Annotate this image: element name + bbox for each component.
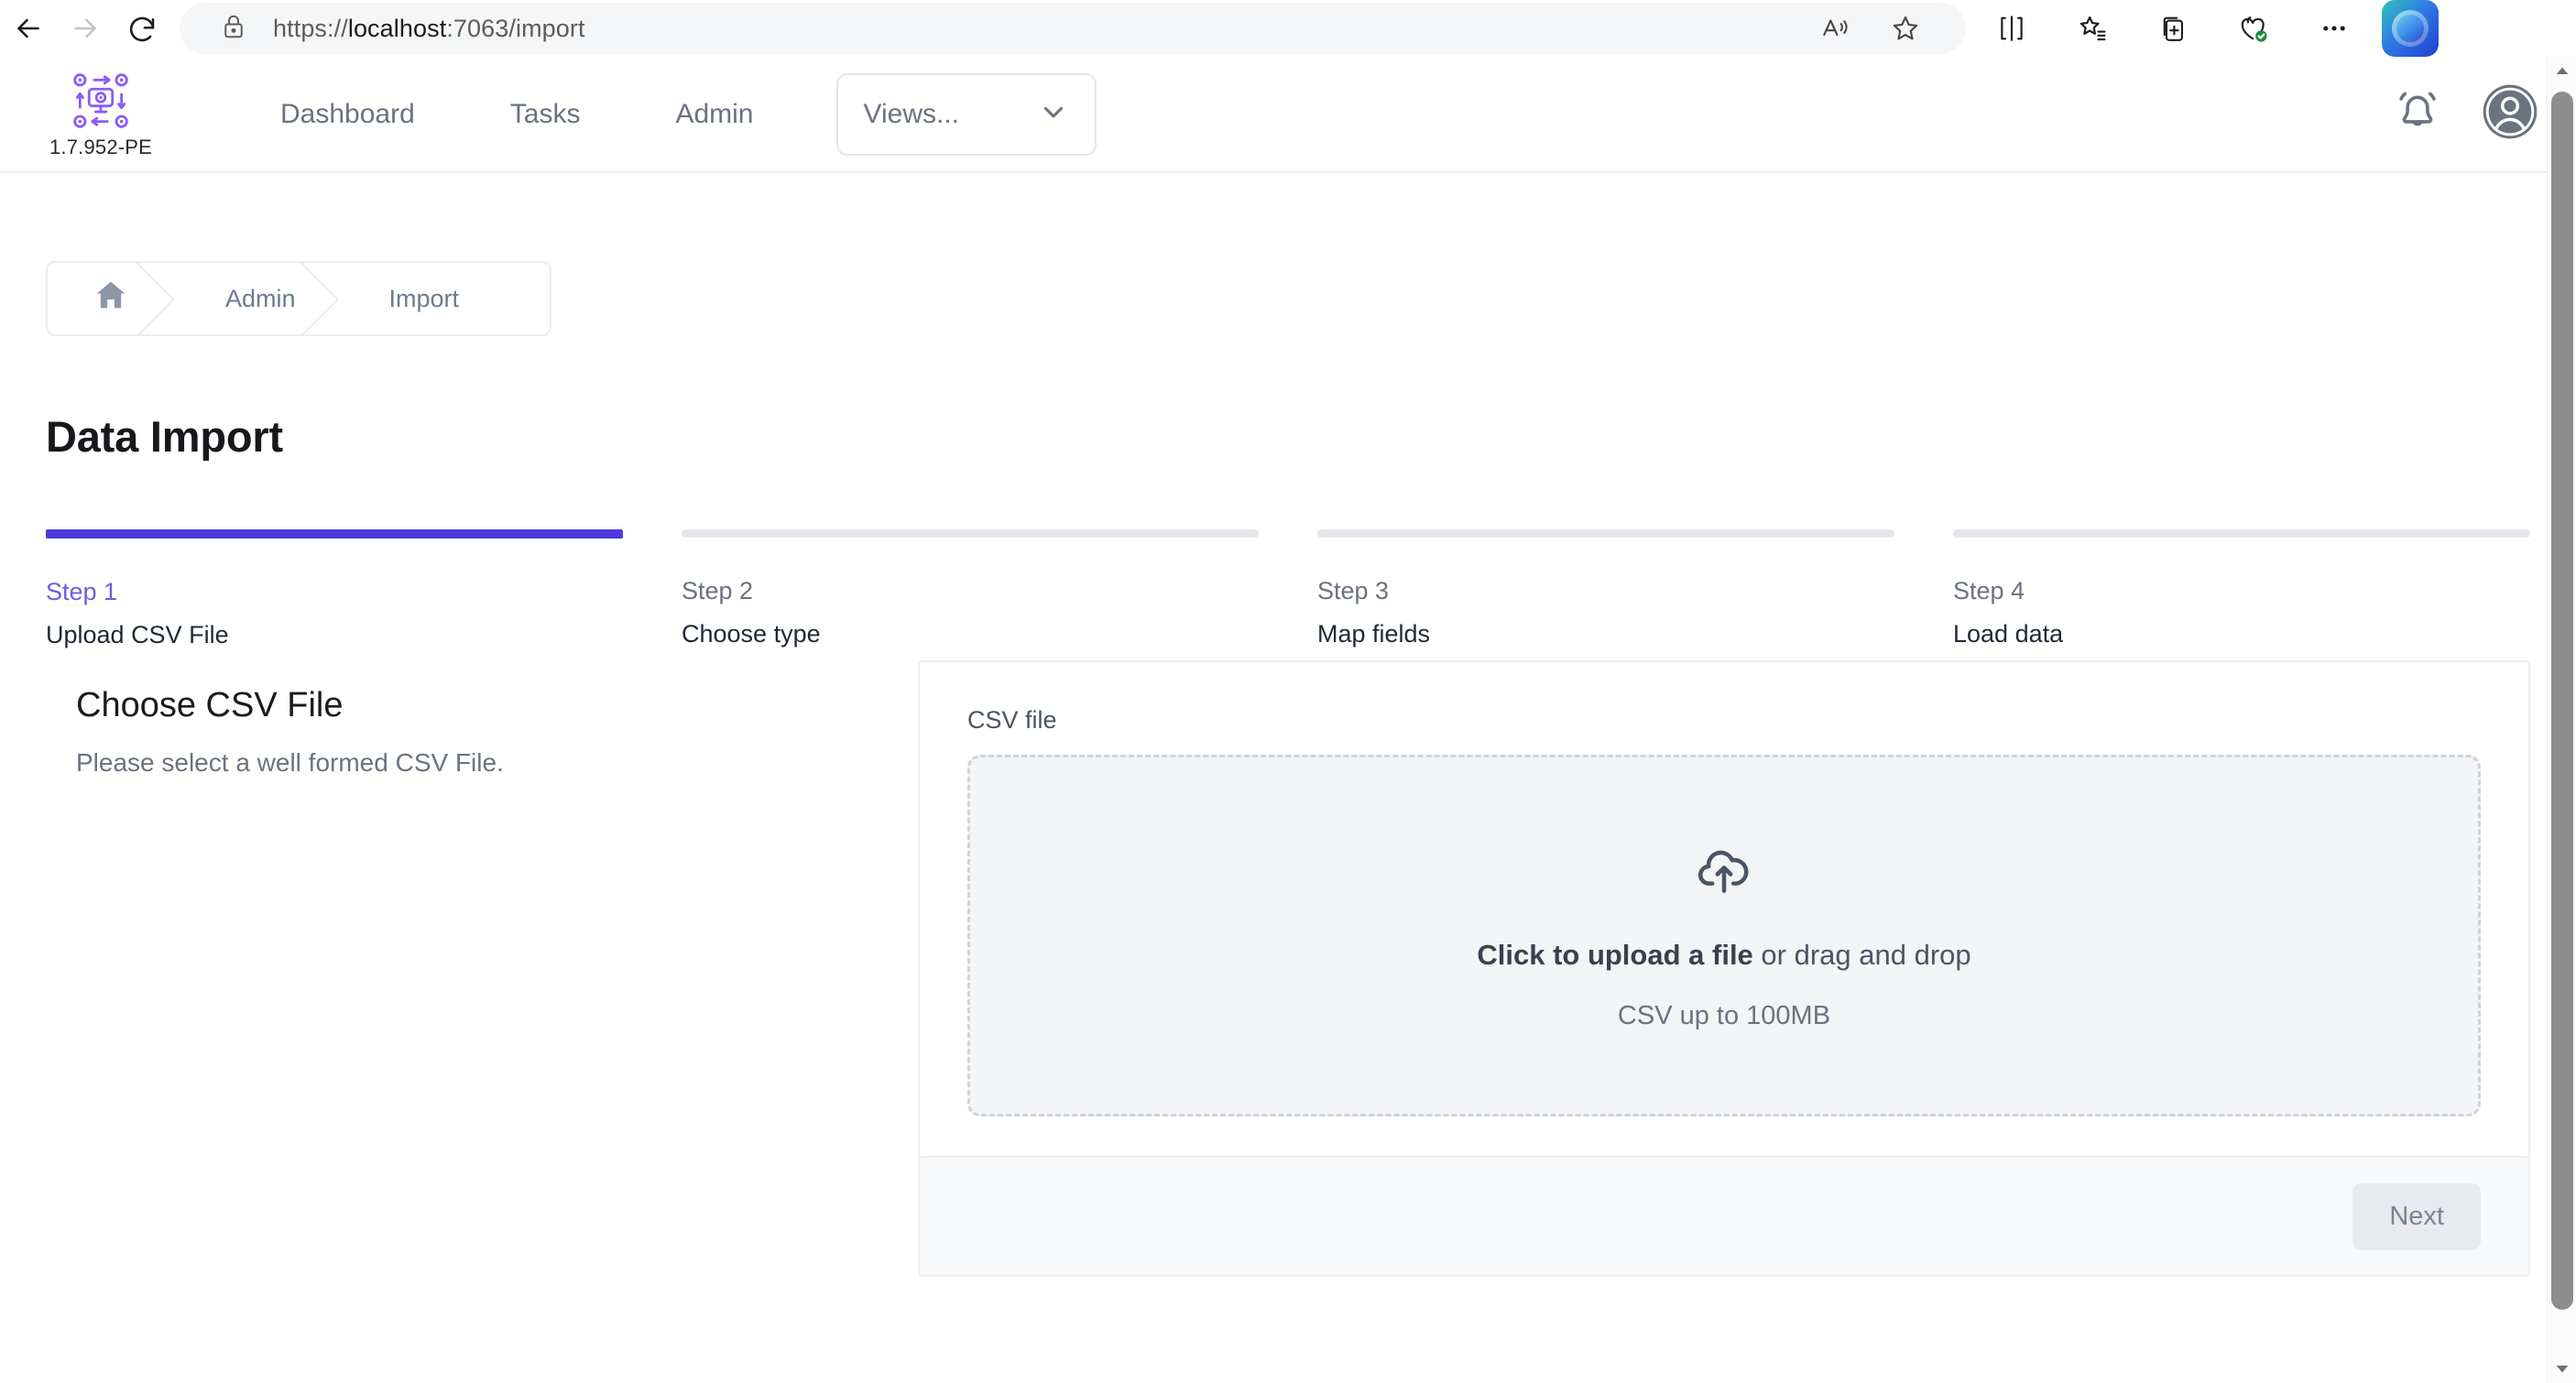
upload-card-body: CSV file Click to upload a file or drag … <box>920 662 2528 1116</box>
bell-icon[interactable] <box>2391 85 2444 143</box>
automation-hub-logo <box>70 70 132 132</box>
breadcrumb-label-admin: Admin <box>225 284 296 312</box>
page-viewport: 1.7.952-PE Dashboard Tasks Admin Views..… <box>0 57 2576 1383</box>
views-dropdown[interactable]: Views... <box>835 72 1097 156</box>
url-text: https://localhost:7063/import <box>273 14 585 42</box>
step-1-progress-bar <box>46 529 623 539</box>
read-aloud-icon[interactable] <box>1801 3 1871 54</box>
split-screen-icon[interactable] <box>1971 0 2052 57</box>
step-1-number: Step 1 <box>46 578 118 605</box>
step-2[interactable]: Step 2 Choose type <box>682 529 1259 649</box>
dropzone-drag-text: or drag and drop <box>1752 938 1971 971</box>
step-2-name: Choose type <box>682 620 821 648</box>
step-4-number: Step 4 <box>1953 577 2025 604</box>
back-button[interactable] <box>0 0 57 57</box>
step-4[interactable]: Step 4 Load data <box>1953 529 2530 649</box>
upload-card-footer: Next <box>920 1156 2528 1275</box>
arrow-left-icon <box>12 12 45 45</box>
favorite-star-icon[interactable] <box>1871 3 1940 54</box>
dropzone-hint: CSV up to 100MB <box>1617 1000 1831 1030</box>
user-avatar-icon[interactable] <box>2481 82 2539 146</box>
collections-icon[interactable] <box>2052 0 2133 57</box>
copilot-icon[interactable] <box>2382 0 2439 57</box>
add-to-collection-icon[interactable] <box>2133 0 2213 57</box>
nav-item-dashboard[interactable]: Dashboard <box>233 99 463 130</box>
chevron-down-icon <box>1038 96 1069 132</box>
left-panel-subtitle: Please select a well formed CSV File. <box>76 748 504 777</box>
scrollbar-thumb[interactable] <box>2551 92 2573 1310</box>
import-content: Choose CSV File Please select a well for… <box>46 660 2530 1277</box>
breadcrumb-item-admin[interactable]: Admin <box>174 263 338 334</box>
copilot-glyph <box>2392 10 2429 47</box>
settings-more-icon[interactable] <box>2294 0 2374 57</box>
dropzone-click-text: Click to upload a file <box>1477 938 1753 971</box>
upload-card: CSV file Click to upload a file or drag … <box>918 660 2530 1277</box>
arrow-right-icon <box>69 12 102 45</box>
breadcrumb-item-import[interactable]: Import <box>338 263 502 334</box>
scroll-down-arrow-icon[interactable] <box>2548 1354 2576 1383</box>
cloud-upload-icon <box>1695 841 1753 904</box>
address-bar-actions <box>1801 3 1946 54</box>
forward-button[interactable] <box>57 0 114 57</box>
breadcrumb: Admin Import <box>46 261 551 336</box>
step-4-name: Load data <box>1953 620 2064 648</box>
app-header: 1.7.952-PE Dashboard Tasks Admin Views..… <box>0 57 2576 173</box>
step-1-name: Upload CSV File <box>46 621 229 648</box>
main-nav: Dashboard Tasks Admin Views... <box>233 72 1097 156</box>
views-dropdown-value: Views... <box>863 98 960 129</box>
header-actions <box>2391 82 2539 146</box>
next-button[interactable]: Next <box>2352 1182 2481 1250</box>
left-panel-title: Choose CSV File <box>76 686 344 724</box>
csv-file-label: CSV file <box>967 706 1057 734</box>
browser-action-icons <box>1966 0 2451 57</box>
step-3-number: Step 3 <box>1317 577 1390 604</box>
nav-item-tasks[interactable]: Tasks <box>463 99 628 130</box>
step-3-name: Map fields <box>1317 620 1431 648</box>
step-3-progress-bar <box>1317 529 1894 538</box>
reload-button[interactable] <box>114 0 170 57</box>
brand[interactable]: 1.7.952-PE <box>40 70 161 159</box>
dropzone-main-text: Click to upload a file or drag and drop <box>1477 939 1970 972</box>
browser-essentials-icon[interactable] <box>2213 0 2294 57</box>
browser-toolbar: https://localhost:7063/import <box>0 0 2576 57</box>
step-1[interactable]: Step 1 Upload CSV File <box>46 529 623 649</box>
home-icon <box>92 277 130 321</box>
address-bar[interactable]: https://localhost:7063/import <box>180 3 1966 54</box>
import-stepper: Step 1 Upload CSV File Step 2 Choose typ… <box>46 529 2530 649</box>
nav-item-admin[interactable]: Admin <box>628 99 801 130</box>
step-4-progress-bar <box>1953 529 2530 538</box>
breadcrumb-separator-icon <box>136 263 175 334</box>
breadcrumb-item-home[interactable] <box>48 263 174 334</box>
page-content: Admin Import Data Import Step 1 Upload C… <box>0 261 2576 1277</box>
page-scrollbar[interactable] <box>2547 57 2576 1383</box>
breadcrumb-label-import: Import <box>388 284 460 312</box>
reload-icon <box>126 12 158 45</box>
left-panel: Choose CSV File Please select a well for… <box>46 660 870 1277</box>
step-2-number: Step 2 <box>682 577 754 604</box>
lock-icon <box>220 13 247 45</box>
app-version: 1.7.952-PE <box>49 135 153 158</box>
file-dropzone[interactable]: Click to upload a file or drag and drop … <box>967 755 2481 1116</box>
breadcrumb-separator-icon <box>300 263 339 334</box>
step-2-progress-bar <box>682 529 1259 538</box>
step-3[interactable]: Step 3 Map fields <box>1317 529 1894 649</box>
scroll-up-arrow-icon[interactable] <box>2548 57 2576 86</box>
page-title: Data Import <box>46 412 283 461</box>
